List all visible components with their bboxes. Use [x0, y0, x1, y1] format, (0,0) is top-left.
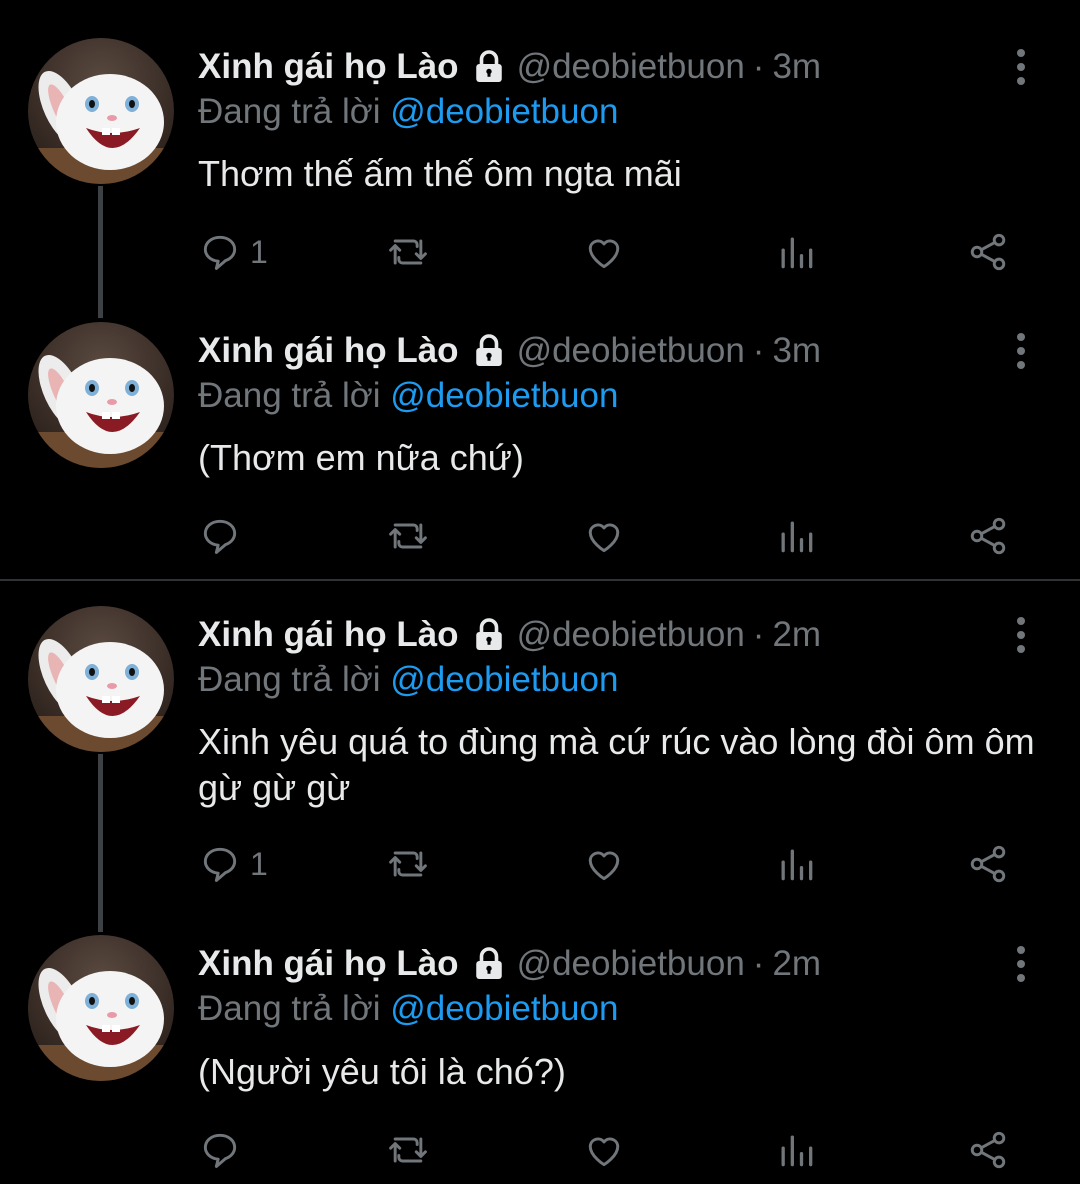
- tweet-text: (Người yêu tôi là chó?): [198, 1051, 566, 1092]
- reply-icon: [203, 235, 237, 270]
- reply-prefix: Đang trả lời: [198, 989, 381, 1028]
- tweet-actions: [198, 514, 1028, 558]
- display-name[interactable]: Xinh gái họ Lào: [198, 615, 459, 655]
- retweet-button[interactable]: [386, 842, 430, 886]
- analytics-icon: [781, 849, 813, 881]
- reply-icon: [203, 519, 237, 554]
- timestamp[interactable]: 2m: [772, 615, 821, 655]
- analytics-icon: [781, 1135, 813, 1167]
- more-vertical-icon[interactable]: [1004, 942, 1038, 986]
- like-button[interactable]: [582, 230, 626, 274]
- reply-button[interactable]: [198, 514, 250, 558]
- display-name[interactable]: Xinh gái họ Lào: [198, 944, 459, 984]
- display-name[interactable]: Xinh gái họ Lào: [198, 331, 459, 371]
- thread-line: [98, 186, 103, 318]
- like-button[interactable]: [582, 514, 626, 558]
- views-button[interactable]: [774, 230, 818, 274]
- retweet-button[interactable]: [386, 230, 430, 274]
- mention-link[interactable]: @deobietbuon: [390, 376, 618, 415]
- retweet-button[interactable]: [386, 514, 430, 558]
- handle[interactable]: @deobietbuon: [517, 615, 745, 655]
- reply-icon: [203, 847, 237, 882]
- tweet-header: Xinh gái họ Lào @deobietbuon · 2m: [198, 613, 821, 657]
- share-icon: [970, 233, 1006, 271]
- tweet-header: Xinh gái họ Lào @deobietbuon · 3m: [198, 329, 821, 373]
- replying-to: Đang trả lời @deobietbuon: [198, 376, 618, 416]
- retweet-icon: [389, 239, 427, 265]
- share-icon: [970, 845, 1006, 883]
- avatar[interactable]: [28, 606, 174, 752]
- separator: ·: [752, 944, 765, 983]
- share-button[interactable]: [966, 230, 1010, 274]
- replying-to: Đang trả lời @deobietbuon: [198, 92, 618, 132]
- like-button[interactable]: [582, 1128, 626, 1172]
- separator: ·: [752, 615, 765, 654]
- avatar[interactable]: [28, 38, 174, 184]
- heart-icon: [588, 1137, 620, 1167]
- replying-to: Đang trả lời @deobietbuon: [198, 989, 618, 1029]
- lock-icon: [475, 947, 502, 979]
- timestamp[interactable]: 3m: [772, 331, 821, 371]
- reply-icon: [203, 1133, 237, 1168]
- handle[interactable]: @deobietbuon: [517, 331, 745, 371]
- retweet-icon: [389, 1137, 427, 1163]
- reply-button[interactable]: [198, 1128, 250, 1172]
- reply-prefix: Đang trả lời: [198, 660, 381, 699]
- share-button[interactable]: [966, 842, 1010, 886]
- analytics-icon: [781, 521, 813, 553]
- thread-line: [98, 754, 103, 932]
- mention-link[interactable]: @deobietbuon: [390, 92, 618, 131]
- reply-button[interactable]: 1: [198, 842, 268, 886]
- reply-count: 1: [250, 845, 268, 882]
- tweet-text: Xinh yêu quá to đùng mà cứ rúc vào lòng …: [198, 721, 1035, 808]
- handle[interactable]: @deobietbuon: [517, 944, 745, 984]
- share-button[interactable]: [966, 1128, 1010, 1172]
- reply-count: 1: [250, 233, 268, 270]
- retweet-icon: [389, 851, 427, 877]
- replying-to: Đang trả lời @deobietbuon: [198, 660, 618, 700]
- tweet-actions: [198, 1128, 1028, 1172]
- views-button[interactable]: [774, 514, 818, 558]
- more-vertical-icon[interactable]: [1004, 329, 1038, 373]
- avatar[interactable]: [28, 935, 174, 1081]
- retweet-icon: [389, 523, 427, 549]
- more-vertical-icon[interactable]: [1004, 45, 1038, 89]
- display-name[interactable]: Xinh gái họ Lào: [198, 47, 459, 87]
- timestamp[interactable]: 2m: [772, 944, 821, 984]
- heart-icon: [588, 851, 620, 881]
- tweet-text: Thơm thế ấm thế ôm ngta mãi: [198, 153, 682, 194]
- tweet-header: Xinh gái họ Lào @deobietbuon · 3m: [198, 45, 821, 89]
- share-icon: [970, 1131, 1006, 1169]
- tweet-actions: 1: [198, 842, 1028, 886]
- tweet-text: (Thơm em nữa chứ): [198, 437, 524, 478]
- retweet-button[interactable]: [386, 1128, 430, 1172]
- tweet-header: Xinh gái họ Lào @deobietbuon · 2m: [198, 942, 821, 986]
- views-button[interactable]: [774, 842, 818, 886]
- like-button[interactable]: [582, 842, 626, 886]
- lock-icon: [475, 618, 502, 650]
- share-button[interactable]: [966, 514, 1010, 558]
- analytics-icon: [781, 237, 813, 269]
- reply-prefix: Đang trả lời: [198, 92, 381, 131]
- heart-icon: [588, 239, 620, 269]
- more-vertical-icon[interactable]: [1004, 613, 1038, 657]
- heart-icon: [588, 523, 620, 553]
- separator: ·: [752, 331, 765, 370]
- handle[interactable]: @deobietbuon: [517, 47, 745, 87]
- mention-link[interactable]: @deobietbuon: [390, 989, 618, 1028]
- reply-prefix: Đang trả lời: [198, 376, 381, 415]
- reply-button[interactable]: 1: [198, 230, 268, 274]
- mention-link[interactable]: @deobietbuon: [390, 660, 618, 699]
- lock-icon: [475, 334, 502, 366]
- views-button[interactable]: [774, 1128, 818, 1172]
- timestamp[interactable]: 3m: [772, 47, 821, 87]
- share-icon: [970, 517, 1006, 555]
- lock-icon: [475, 50, 502, 82]
- tweet-actions: 1: [198, 230, 1028, 274]
- thread-divider: [0, 579, 1080, 581]
- avatar[interactable]: [28, 322, 174, 468]
- separator: ·: [752, 47, 765, 86]
